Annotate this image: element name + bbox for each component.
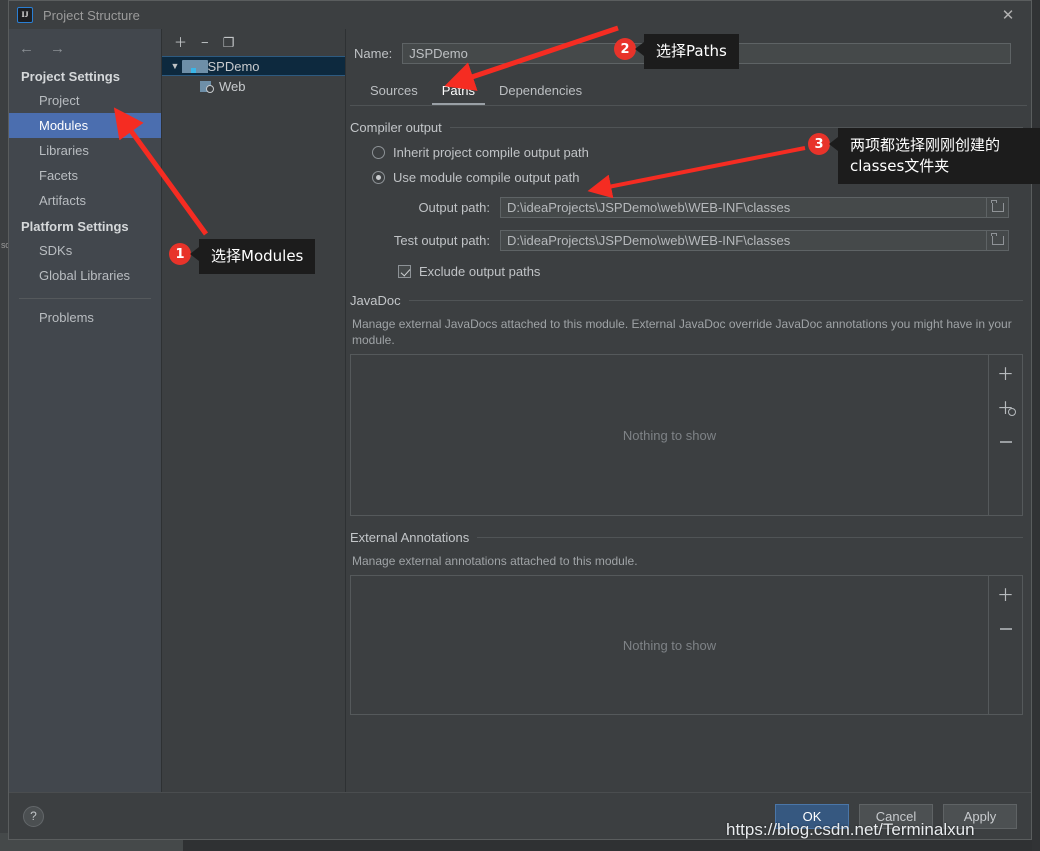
radio-inherit-output-label: Inherit project compile output path [393, 145, 589, 160]
sidebar-item-artifacts[interactable]: Artifacts [9, 188, 161, 213]
add-annotation-button[interactable]: ＋ [997, 586, 1015, 604]
external-annotations-list-actions: ＋ [989, 575, 1023, 715]
exclude-output-paths-label: Exclude output paths [419, 264, 541, 279]
module-tree-toolbar: ＋ − ❐ [162, 29, 345, 55]
remove-javadoc-button[interactable] [997, 433, 1015, 451]
add-javadoc-url-button[interactable]: ＋ [997, 399, 1016, 417]
tree-node-label: JSPDemo [201, 58, 260, 74]
back-arrow-icon[interactable]: ← [19, 41, 34, 56]
javadoc-description: Manage external JavaDocs attached to thi… [352, 317, 1012, 347]
folder-icon [991, 200, 1004, 212]
inherit-output-radio-row[interactable]: Inherit project compile output path [372, 145, 1023, 160]
dialog-title: Project Structure [43, 7, 140, 23]
use-module-output-radio-row[interactable]: Use module compile output path [372, 170, 1023, 185]
sidebar-item-problems[interactable]: Problems [9, 305, 161, 330]
project-structure-dialog: IJ Project Structure ✕ ← → Project Setti… [8, 0, 1032, 840]
minus-icon [999, 628, 1012, 630]
group-divider [477, 537, 1023, 538]
globe-icon [1007, 408, 1016, 416]
remove-annotation-button[interactable] [997, 620, 1015, 638]
external-annotations-group: External Annotations Manage external ann… [350, 530, 1023, 715]
dialog-titlebar: IJ Project Structure ✕ [9, 1, 1031, 29]
tab-sources[interactable]: Sources [360, 80, 428, 105]
tab-paths[interactable]: Paths [431, 80, 485, 105]
javadoc-list-wrap: Nothing to show ＋ ＋ [350, 354, 1023, 516]
output-path-label: Output path: [418, 200, 490, 215]
exclude-output-paths-checkbox[interactable] [398, 265, 411, 278]
sidebar-group-platform-settings: Platform Settings [21, 219, 129, 234]
apply-button[interactable]: Apply [943, 803, 1017, 829]
sidebar-item-global-libraries[interactable]: Global Libraries [9, 263, 161, 288]
add-javadoc-button[interactable]: ＋ [997, 365, 1015, 383]
sidebar-group-project-settings: Project Settings [21, 69, 120, 84]
tab-dependencies[interactable]: Dependencies [489, 80, 592, 105]
exclude-output-paths-row[interactable]: Exclude output paths [398, 264, 1023, 279]
module-tabs: Sources Paths Dependencies [346, 80, 1031, 105]
javadoc-list[interactable]: Nothing to show [350, 354, 989, 516]
remove-module-button[interactable]: − [201, 36, 209, 49]
module-name-input[interactable]: JSPDemo [402, 43, 1011, 64]
javadoc-title: JavaDoc [350, 293, 401, 308]
sidebar-item-libraries[interactable]: Libraries [9, 138, 161, 163]
module-folder-icon [182, 60, 208, 73]
web-facet-icon [200, 80, 214, 93]
chevron-down-icon[interactable]: ▼ [168, 61, 182, 71]
external-annotations-list-wrap: Nothing to show ＋ [350, 575, 1023, 715]
test-output-path-browse-button[interactable] [987, 230, 1009, 251]
group-divider [408, 300, 1023, 301]
help-button[interactable]: ? [23, 805, 44, 827]
forward-arrow-icon[interactable]: → [50, 41, 65, 56]
test-output-path-label: Test output path: [393, 233, 490, 248]
cancel-button[interactable]: Cancel [859, 803, 933, 829]
settings-sidebar: ← → Project Settings Project Modules Lib… [9, 29, 162, 792]
paths-tab-content: Compiler output Inherit project compile … [346, 106, 1031, 792]
javadoc-header: JavaDoc [350, 293, 1023, 308]
compiler-output-header: Compiler output [350, 120, 1023, 135]
output-path-browse-button[interactable] [987, 197, 1009, 218]
sidebar-item-project[interactable]: Project [9, 88, 161, 113]
external-annotations-title: External Annotations [350, 530, 470, 545]
add-module-button[interactable]: ＋ [174, 36, 187, 49]
group-divider [449, 127, 1023, 128]
sidebar-item-facets[interactable]: Facets [9, 163, 161, 188]
sidebar-item-sdks[interactable]: SDKs [9, 238, 161, 263]
close-icon[interactable]: ✕ [985, 1, 1031, 29]
sidebar-divider [19, 298, 151, 299]
module-name-label: Name: [354, 46, 393, 61]
module-tree: ▼ JSPDemo Web [162, 55, 345, 792]
radio-use-module-output-label: Use module compile output path [393, 170, 580, 185]
radio-use-module-output-icon[interactable] [372, 171, 385, 184]
output-path-input[interactable]: D:\ideaProjects\JSPDemo\web\WEB-INF\clas… [500, 197, 987, 218]
folder-icon [991, 233, 1004, 245]
tree-node-jspdemo[interactable]: ▼ JSPDemo [162, 56, 345, 76]
intellij-logo-icon: IJ [17, 7, 33, 23]
external-annotations-list[interactable]: Nothing to show [350, 575, 989, 715]
module-editor-panel: Name: JSPDemo Sources Paths Dependencies… [346, 29, 1031, 792]
ide-right-edge [1032, 0, 1040, 851]
external-annotations-description: Manage external annotations attached to … [352, 554, 638, 568]
copy-module-button[interactable]: ❐ [223, 36, 235, 49]
dialog-body: ← → Project Settings Project Modules Lib… [9, 29, 1031, 792]
minus-icon [999, 441, 1012, 443]
javadoc-group: JavaDoc Manage external JavaDocs attache… [350, 293, 1023, 516]
tree-node-label: Web [219, 78, 246, 94]
sidebar-nav: ← → [9, 33, 161, 63]
radio-inherit-output-icon[interactable] [372, 146, 385, 159]
test-output-path-row: Test output path: D:\ideaProjects\JSPDem… [350, 230, 1023, 251]
sidebar-item-modules[interactable]: Modules [9, 113, 161, 138]
module-name-row: Name: JSPDemo [346, 29, 1031, 64]
tree-node-web[interactable]: Web [162, 76, 345, 96]
compiler-output-group: Compiler output Inherit project compile … [350, 120, 1023, 279]
compiler-output-title: Compiler output [350, 120, 442, 135]
ok-button[interactable]: OK [775, 803, 849, 829]
external-annotations-header: External Annotations [350, 530, 1023, 545]
module-tree-panel: ＋ − ❐ ▼ JSPDemo Web [162, 29, 346, 792]
test-output-path-input[interactable]: D:\ideaProjects\JSPDemo\web\WEB-INF\clas… [500, 230, 987, 251]
dialog-footer: ? OK Cancel Apply [9, 792, 1031, 839]
javadoc-list-actions: ＋ ＋ [989, 354, 1023, 516]
output-path-row: Output path: D:\ideaProjects\JSPDemo\web… [350, 197, 1023, 218]
